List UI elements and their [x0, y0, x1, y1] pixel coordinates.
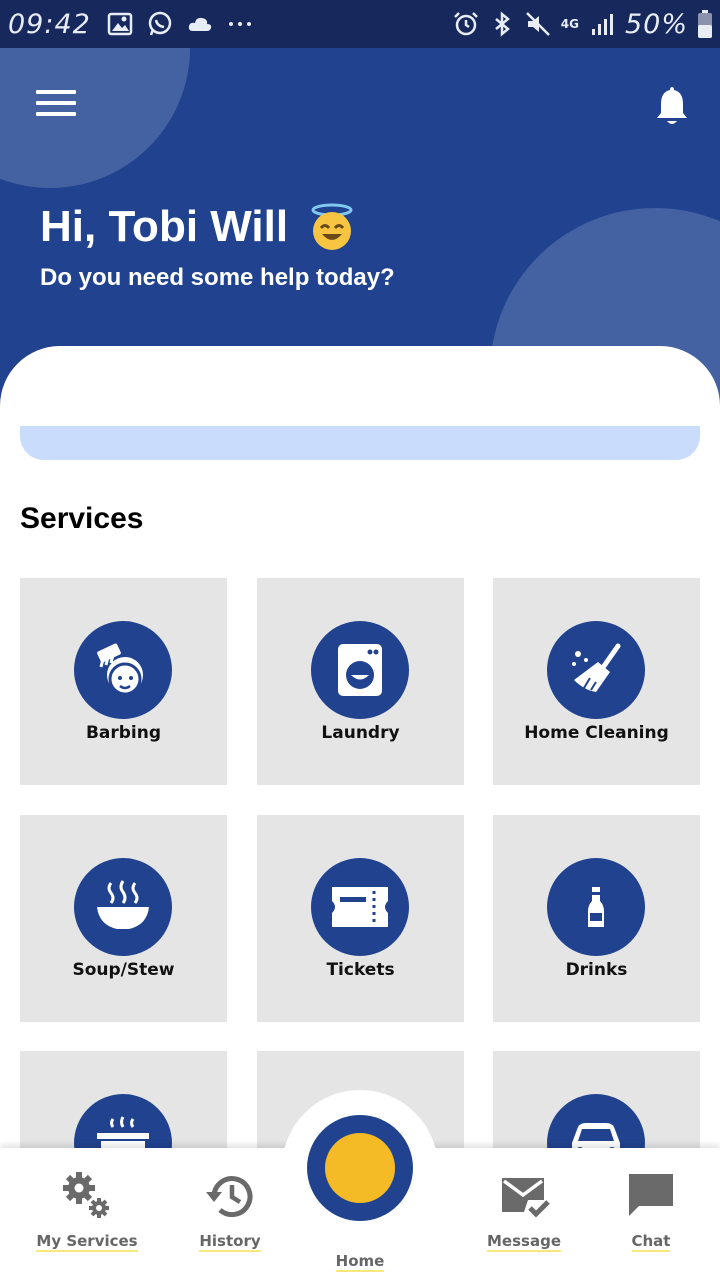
battery-icon [698, 10, 712, 38]
status-system-icons: 4G 50% [453, 9, 712, 40]
service-label: Drinks [565, 960, 628, 980]
network-4g-icon: 4G [560, 16, 579, 31]
service-tile-laundry[interactable]: Laundry [257, 578, 464, 785]
service-tile-drinks[interactable]: Drinks [493, 815, 700, 1022]
nav-home-label[interactable]: Home [310, 1252, 410, 1272]
service-label: Soup/Stew [72, 960, 175, 980]
mute-icon [525, 12, 550, 36]
status-notification-icons [107, 11, 253, 37]
home-circle-icon[interactable] [307, 1115, 413, 1221]
barber-face-comb-icon [74, 621, 172, 719]
nav-my-services[interactable]: My Services [17, 1170, 157, 1252]
search-input[interactable] [20, 426, 700, 460]
gears-icon [63, 1172, 109, 1218]
battery-percent: 50% [624, 8, 688, 40]
alarm-icon [453, 12, 478, 36]
nav-chat[interactable]: Chat [581, 1170, 720, 1252]
service-tile-soup-stew[interactable]: Soup/Stew [20, 815, 227, 1022]
services-heading: Services [20, 502, 144, 535]
whatsapp-icon [148, 11, 172, 36]
nav-label: Chat [631, 1232, 671, 1252]
nav-message[interactable]: Message [454, 1170, 594, 1252]
nav-label: Home [335, 1252, 385, 1272]
bluetooth-icon [494, 11, 510, 37]
washing-machine-icon [311, 621, 409, 719]
steaming-bowl-icon [74, 858, 172, 956]
cloud-icon [188, 17, 211, 31]
status-bar: 09:42 4G 50% [0, 0, 720, 48]
image-icon [107, 12, 133, 36]
home-button-dot [325, 1133, 395, 1203]
ticket-icon [311, 858, 409, 956]
service-tile-barbing[interactable]: Barbing [20, 578, 227, 785]
nav-label: My Services [36, 1232, 138, 1252]
bell-icon[interactable] [652, 84, 692, 128]
broom-icon [547, 621, 645, 719]
more-dots-icon [228, 22, 251, 26]
service-tile-home-cleaning[interactable]: Home Cleaning [493, 578, 700, 785]
service-label: Tickets [326, 960, 395, 980]
service-label: Barbing [85, 723, 162, 743]
signal-icon [591, 14, 613, 35]
service-label: Laundry [321, 723, 400, 743]
greeting-text: Hi, Tobi Will [40, 202, 289, 251]
service-label: Home Cleaning [524, 723, 669, 743]
content-card [0, 346, 720, 486]
greeting-subtitle: Do you need some help today? [40, 264, 395, 291]
nav-label: History [199, 1232, 261, 1252]
decorative-circle [0, 48, 190, 188]
hamburger-menu-icon[interactable] [36, 90, 76, 120]
smiling-face-with-halo-icon [311, 203, 353, 250]
nav-history[interactable]: History [160, 1170, 300, 1252]
bottle-icon [547, 858, 645, 956]
status-time: 09:42 [8, 8, 91, 40]
greeting-heading: Hi, Tobi Will [40, 202, 356, 252]
mail-check-icon [502, 1178, 550, 1218]
service-tile-tickets[interactable]: Tickets [257, 815, 464, 1022]
nav-label: Message [487, 1232, 561, 1252]
history-clock-icon [206, 1176, 253, 1218]
chat-bubble-icon [629, 1174, 673, 1216]
